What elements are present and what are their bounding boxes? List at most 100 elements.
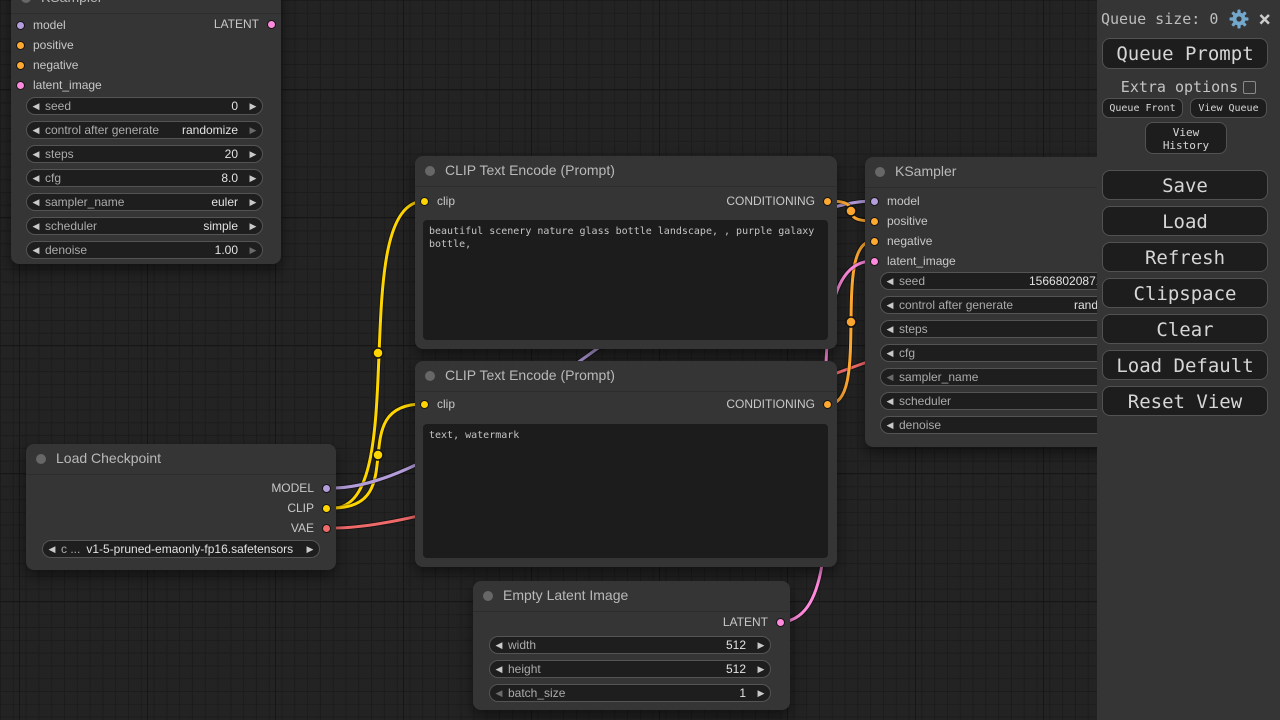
input-port-positive[interactable]: [870, 217, 879, 226]
prompt-textarea[interactable]: beautiful scenery nature glass bottle la…: [423, 220, 828, 340]
widget-steps[interactable]: ◀steps20▶: [26, 145, 263, 163]
output-port-vae[interactable]: [322, 524, 331, 533]
widget-height[interactable]: ◀height512▶: [489, 660, 771, 678]
queue-front-button[interactable]: Queue Front: [1102, 98, 1183, 118]
close-menu-icon[interactable]: ×: [1258, 9, 1271, 29]
view-queue-button[interactable]: View Queue: [1190, 98, 1267, 118]
decrement-arrow-icon[interactable]: ◀: [27, 149, 45, 160]
increment-arrow-icon[interactable]: ▶: [301, 544, 319, 555]
input-port-clip[interactable]: [420, 400, 429, 409]
decrement-arrow-icon[interactable]: ◀: [27, 245, 45, 256]
positive-cond-to-ksampler-midpoint-dot[interactable]: [846, 206, 856, 216]
settings-gear-icon[interactable]: [1229, 9, 1249, 29]
widget-value: 1.00: [215, 243, 238, 257]
collapse-dot-icon[interactable]: [36, 454, 46, 464]
node-empty-latent[interactable]: Empty Latent ImageLATENT◀width512▶◀heigh…: [473, 581, 790, 710]
increment-arrow-icon[interactable]: ▶: [244, 221, 262, 232]
decrement-arrow-icon[interactable]: ◀: [881, 420, 899, 431]
checkpoint-clip-to-positive-prompt-midpoint-dot[interactable]: [373, 348, 383, 358]
decrement-arrow-icon[interactable]: ◀: [881, 372, 899, 383]
clipspace-button[interactable]: Clipspace: [1102, 278, 1268, 308]
decrement-arrow-icon[interactable]: ◀: [27, 197, 45, 208]
decrement-arrow-icon[interactable]: ◀: [27, 173, 45, 184]
decrement-arrow-icon[interactable]: ◀: [27, 221, 45, 232]
widget-label: steps: [899, 322, 928, 336]
widget-sampler-name[interactable]: ◀sampler_nameeuler▶: [26, 193, 263, 211]
widget-width[interactable]: ◀width512▶: [489, 636, 771, 654]
decrement-arrow-icon[interactable]: ◀: [881, 276, 899, 287]
checkpoint-clip-to-negative-prompt-midpoint-dot[interactable]: [373, 450, 383, 460]
input-port-model[interactable]: [870, 197, 879, 206]
node-title-bar[interactable]: Empty Latent Image: [473, 581, 790, 612]
input-port-latent_image[interactable]: [870, 257, 879, 266]
collapse-dot-icon[interactable]: [21, 0, 31, 3]
output-port-model[interactable]: [322, 484, 331, 493]
output-port-clip[interactable]: [322, 504, 331, 513]
input-port-model[interactable]: [16, 21, 25, 30]
input-port-latent_image[interactable]: [16, 81, 25, 90]
output-port-conditioning[interactable]: [823, 197, 832, 206]
node-load-checkpoint[interactable]: Load CheckpointMODELCLIPVAE◀c ...v1-5-pr…: [26, 444, 336, 570]
input-port-clip[interactable]: [420, 197, 429, 206]
decrement-arrow-icon[interactable]: ◀: [881, 324, 899, 335]
node-clip-negative[interactable]: CLIP Text Encode (Prompt)clipCONDITIONIN…: [415, 361, 837, 567]
node-graph-canvas[interactable]: KSamplermodelpositivenegativelatent_imag…: [0, 0, 1280, 720]
increment-arrow-icon[interactable]: ▶: [244, 101, 262, 112]
node-title-bar[interactable]: CLIP Text Encode (Prompt): [415, 156, 837, 187]
decrement-arrow-icon[interactable]: ◀: [27, 125, 45, 136]
node-title-bar[interactable]: Load Checkpoint: [26, 444, 336, 475]
decrement-arrow-icon[interactable]: ◀: [43, 544, 61, 555]
queue-prompt-button[interactable]: Queue Prompt: [1102, 38, 1268, 69]
load-button[interactable]: Load: [1102, 206, 1268, 236]
load-default-button[interactable]: Load Default: [1102, 350, 1268, 380]
increment-arrow-icon[interactable]: ▶: [752, 688, 770, 699]
increment-arrow-icon[interactable]: ▶: [244, 173, 262, 184]
widget-cfg[interactable]: ◀cfg8.0▶: [26, 169, 263, 187]
widget-c-[interactable]: ◀c ...v1-5-pruned-emaonly-fp16.safetenso…: [42, 540, 320, 558]
clear-button[interactable]: Clear: [1102, 314, 1268, 344]
decrement-arrow-icon[interactable]: ◀: [881, 300, 899, 311]
widget-batch-size[interactable]: ◀batch_size1▶: [489, 684, 771, 702]
menu-main-buttons: Save Load Refresh Clipspace Clear Load Defaul…: [1102, 170, 1268, 422]
widget-denoise[interactable]: ◀denoise1.00▶: [26, 241, 263, 259]
collapse-dot-icon[interactable]: [425, 166, 435, 176]
output-port-conditioning[interactable]: [823, 400, 832, 409]
decrement-arrow-icon[interactable]: ◀: [490, 688, 508, 699]
widget-seed[interactable]: ◀seed0▶: [26, 97, 263, 115]
view-history-button[interactable]: View History: [1145, 122, 1227, 154]
extra-options-checkbox[interactable]: [1243, 81, 1256, 94]
collapse-dot-icon[interactable]: [875, 167, 885, 177]
increment-arrow-icon[interactable]: ▶: [244, 125, 262, 136]
input-port-negative[interactable]: [16, 61, 25, 70]
node-clip-positive[interactable]: CLIP Text Encode (Prompt)clipCONDITIONIN…: [415, 156, 837, 349]
refresh-button[interactable]: Refresh: [1102, 242, 1268, 272]
decrement-arrow-icon[interactable]: ◀: [881, 396, 899, 407]
increment-arrow-icon[interactable]: ▶: [244, 197, 262, 208]
node-title-bar[interactable]: KSampler: [11, 0, 281, 14]
reset-view-button[interactable]: Reset View: [1102, 386, 1268, 416]
node-title-bar[interactable]: CLIP Text Encode (Prompt): [415, 361, 837, 392]
increment-arrow-icon[interactable]: ▶: [752, 664, 770, 675]
output-label: CONDITIONING: [726, 194, 815, 208]
widget-control-after-generate[interactable]: ◀control after generaterandomize▶: [26, 121, 263, 139]
widget-scheduler[interactable]: ◀schedulersimple▶: [26, 217, 263, 235]
node-ksampler-top[interactable]: KSamplermodelpositivenegativelatent_imag…: [11, 0, 281, 264]
save-button[interactable]: Save: [1102, 170, 1268, 200]
output-port-latent[interactable]: [267, 20, 276, 29]
collapse-dot-icon[interactable]: [425, 371, 435, 381]
node-title-text: CLIP Text Encode (Prompt): [445, 156, 837, 184]
input-port-positive[interactable]: [16, 41, 25, 50]
output-port-latent[interactable]: [776, 618, 785, 627]
decrement-arrow-icon[interactable]: ◀: [490, 664, 508, 675]
decrement-arrow-icon[interactable]: ◀: [881, 348, 899, 359]
prompt-textarea[interactable]: text, watermark: [423, 424, 828, 558]
input-port-negative[interactable]: [870, 237, 879, 246]
widget-value: randomize: [182, 123, 238, 137]
negative-cond-to-ksampler-midpoint-dot[interactable]: [846, 317, 856, 327]
collapse-dot-icon[interactable]: [483, 591, 493, 601]
increment-arrow-icon[interactable]: ▶: [244, 245, 262, 256]
increment-arrow-icon[interactable]: ▶: [752, 640, 770, 651]
decrement-arrow-icon[interactable]: ◀: [490, 640, 508, 651]
increment-arrow-icon[interactable]: ▶: [244, 149, 262, 160]
decrement-arrow-icon[interactable]: ◀: [27, 101, 45, 112]
